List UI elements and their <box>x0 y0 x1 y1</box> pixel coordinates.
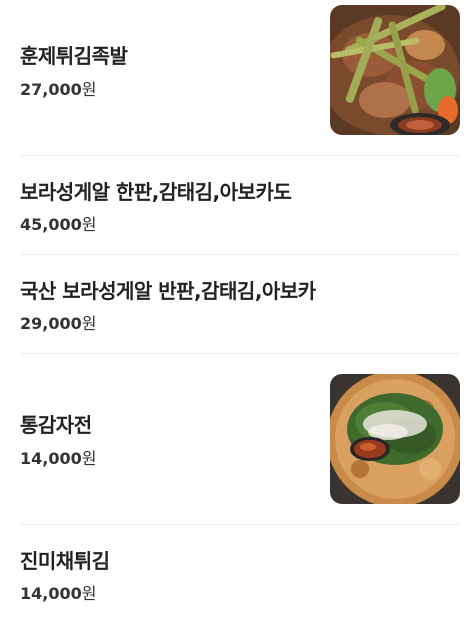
menu-item-price: 14,000원 <box>20 445 96 469</box>
price-amount: 14,000 <box>20 584 82 603</box>
menu-item[interactable]: 보라성게알 한판,감태김,아보카도 45,000원 <box>20 156 460 255</box>
price-currency: 원 <box>81 215 97 234</box>
price-currency: 원 <box>81 80 97 99</box>
price-amount: 14,000 <box>20 449 82 468</box>
price-amount: 29,000 <box>20 314 82 333</box>
price-currency: 원 <box>81 449 97 468</box>
menu-item-price: 29,000원 <box>20 310 96 334</box>
menu-item-price: 14,000원 <box>20 580 96 604</box>
menu-item-name: 훈제튀김족발 <box>20 44 128 68</box>
fried-smoked-jokbal-photo[interactable] <box>330 5 460 135</box>
menu-item[interactable]: 국산 보라성게알 반판,감태김,아보카 29,000원 <box>20 255 460 354</box>
menu-item[interactable]: 통감자전 14,000원 <box>20 354 460 525</box>
menu-item-name: 진미채튀김 <box>20 549 110 573</box>
price-amount: 27,000 <box>20 80 82 99</box>
menu-list: 훈제튀김족발 27,000원 보라성게알 한판,감태김,아보카도 45,000원… <box>0 0 472 622</box>
menu-item[interactable]: 훈제튀김족발 27,000원 <box>20 0 460 156</box>
potato-pancake-photo[interactable] <box>330 374 460 504</box>
menu-item-price: 27,000원 <box>20 76 96 100</box>
price-currency: 원 <box>81 314 97 333</box>
menu-item-name: 통감자전 <box>20 413 92 437</box>
price-currency: 원 <box>81 584 97 603</box>
menu-item-name: 국산 보라성게알 반판,감태김,아보카 <box>20 279 316 303</box>
menu-item-price: 45,000원 <box>20 211 96 235</box>
price-amount: 45,000 <box>20 215 82 234</box>
menu-item[interactable]: 진미채튀김 14,000원 <box>20 525 460 622</box>
menu-item-name: 보라성게알 한판,감태김,아보카도 <box>20 180 292 204</box>
